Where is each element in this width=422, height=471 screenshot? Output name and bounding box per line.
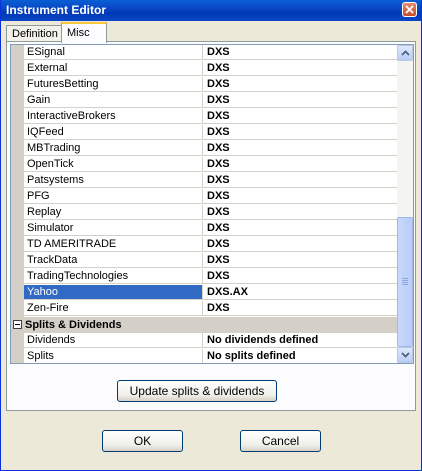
- row-gutter: [11, 269, 24, 285]
- scroll-up-icon: [401, 50, 410, 56]
- property-value[interactable]: DXS: [203, 61, 397, 76]
- property-value[interactable]: DXS: [203, 45, 397, 60]
- property-value[interactable]: DXS: [203, 109, 397, 124]
- property-name[interactable]: External: [24, 61, 203, 76]
- property-row[interactable]: TD AMERITRADE DXS: [11, 237, 397, 253]
- category-splits-dividends[interactable]: Splits & Dividends: [11, 317, 397, 333]
- property-name[interactable]: Replay: [24, 205, 203, 220]
- property-grid[interactable]: ESignal DXS External DXS FuturesBetting DXS Ga…: [10, 44, 414, 364]
- property-row[interactable]: Yahoo DXS.AX: [11, 285, 397, 301]
- property-value[interactable]: DXS: [203, 253, 397, 268]
- property-row[interactable]: TrackData DXS: [11, 253, 397, 269]
- row-gutter: [11, 333, 24, 349]
- category-label: Splits & Dividends: [25, 319, 122, 331]
- property-name[interactable]: InteractiveBrokers: [24, 109, 203, 124]
- row-gutter: [11, 205, 24, 221]
- property-name[interactable]: Dividends: [24, 333, 203, 348]
- update-splits-dividends-button[interactable]: Update splits & dividends: [117, 380, 277, 402]
- tab-definition-label: Definition: [12, 28, 58, 40]
- property-name[interactable]: Gain: [24, 93, 203, 108]
- row-gutter: [11, 157, 24, 173]
- property-row[interactable]: OpenTick DXS: [11, 157, 397, 173]
- property-name[interactable]: Yahoo: [24, 285, 203, 300]
- property-value[interactable]: DXS: [203, 141, 397, 156]
- row-gutter: [11, 253, 24, 269]
- collapse-icon[interactable]: [13, 320, 22, 329]
- property-value[interactable]: No splits defined: [203, 349, 397, 363]
- tab-misc-label: Misc: [67, 27, 90, 39]
- property-row[interactable]: Gain DXS: [11, 93, 397, 109]
- property-row[interactable]: Splits No splits defined: [11, 349, 397, 363]
- scroll-down-button[interactable]: [397, 347, 413, 363]
- property-row[interactable]: TradingTechnologies DXS: [11, 269, 397, 285]
- property-value[interactable]: DXS: [203, 221, 397, 236]
- property-row[interactable]: Replay DXS: [11, 205, 397, 221]
- row-gutter: [11, 61, 24, 77]
- property-value[interactable]: DXS: [203, 125, 397, 140]
- property-name[interactable]: ESignal: [24, 45, 203, 60]
- property-name[interactable]: PFG: [24, 189, 203, 204]
- vertical-scrollbar[interactable]: [397, 45, 413, 363]
- tab-definition[interactable]: Definition: [6, 25, 62, 42]
- row-gutter: [11, 237, 24, 253]
- property-name[interactable]: Splits: [24, 349, 203, 363]
- property-row[interactable]: IQFeed DXS: [11, 125, 397, 141]
- window-title: Instrument Editor: [6, 3, 107, 17]
- property-name[interactable]: Patsystems: [24, 173, 203, 188]
- close-button[interactable]: [402, 2, 417, 17]
- row-gutter: [11, 77, 24, 93]
- property-row[interactable]: PFG DXS: [11, 189, 397, 205]
- property-row[interactable]: Patsystems DXS: [11, 173, 397, 189]
- property-value[interactable]: No dividends defined: [203, 333, 397, 348]
- scroll-down-icon: [401, 352, 410, 358]
- property-value[interactable]: DXS: [203, 189, 397, 204]
- property-row[interactable]: Simulator DXS: [11, 221, 397, 237]
- property-value[interactable]: DXS: [203, 157, 397, 172]
- property-name[interactable]: FuturesBetting: [24, 77, 203, 92]
- scroll-up-button[interactable]: [397, 45, 413, 61]
- row-gutter: [11, 45, 24, 61]
- property-name[interactable]: Zen-Fire: [24, 301, 203, 316]
- tab-misc[interactable]: Misc: [61, 22, 107, 43]
- property-value[interactable]: DXS: [203, 205, 397, 220]
- row-gutter: [11, 125, 24, 141]
- property-value[interactable]: DXS: [203, 237, 397, 252]
- property-row[interactable]: FuturesBetting DXS: [11, 77, 397, 93]
- property-name[interactable]: TradingTechnologies: [24, 269, 203, 284]
- row-gutter: [11, 141, 24, 157]
- property-name[interactable]: Simulator: [24, 221, 203, 236]
- property-value[interactable]: DXS: [203, 173, 397, 188]
- instrument-editor-window: Instrument Editor Definition Misc ESigna…: [0, 0, 422, 471]
- property-value[interactable]: DXS: [203, 93, 397, 108]
- row-gutter: [11, 349, 24, 363]
- property-row[interactable]: Dividends No dividends defined: [11, 333, 397, 349]
- property-name[interactable]: OpenTick: [24, 157, 203, 172]
- property-row[interactable]: InteractiveBrokers DXS: [11, 109, 397, 125]
- property-value[interactable]: DXS: [203, 301, 397, 316]
- row-gutter: [11, 93, 24, 109]
- property-row[interactable]: External DXS: [11, 61, 397, 77]
- property-name[interactable]: TrackData: [24, 253, 203, 268]
- property-value[interactable]: DXS: [203, 269, 397, 284]
- property-row[interactable]: MBTrading DXS: [11, 141, 397, 157]
- cancel-button[interactable]: Cancel: [240, 430, 321, 452]
- property-value[interactable]: DXS: [203, 77, 397, 92]
- property-name[interactable]: MBTrading: [24, 141, 203, 156]
- row-gutter: [11, 189, 24, 205]
- property-name[interactable]: IQFeed: [24, 125, 203, 140]
- property-row[interactable]: ESignal DXS: [11, 45, 397, 61]
- row-gutter: [11, 285, 24, 301]
- property-value[interactable]: DXS.AX: [203, 285, 397, 300]
- property-name[interactable]: TD AMERITRADE: [24, 237, 203, 252]
- row-gutter: [11, 221, 24, 237]
- scroll-thumb[interactable]: [397, 217, 413, 347]
- row-gutter: [11, 173, 24, 189]
- close-icon: [405, 5, 414, 14]
- ok-button[interactable]: OK: [102, 430, 183, 452]
- row-gutter: [11, 109, 24, 125]
- title-bar[interactable]: Instrument Editor: [1, 0, 421, 21]
- row-gutter: [11, 301, 24, 317]
- property-row[interactable]: Zen-Fire DXS: [11, 301, 397, 317]
